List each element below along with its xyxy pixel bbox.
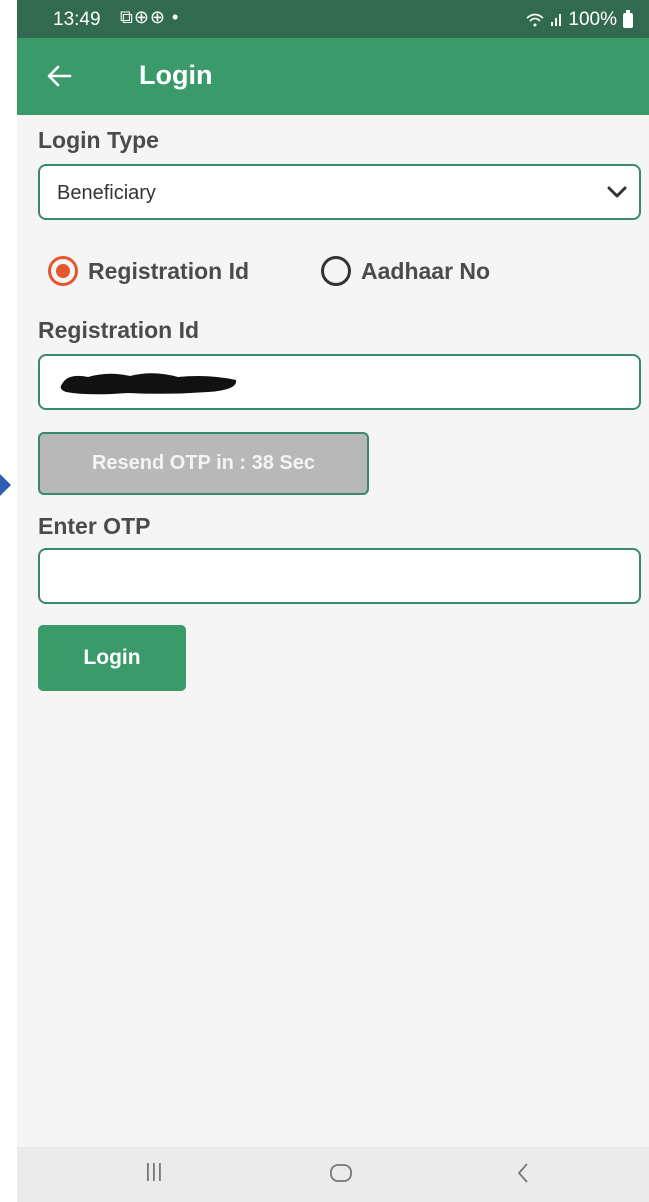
status-time: 13:49 [53,9,101,30]
pointer-arrow-icon [0,474,11,496]
login-type-label: Login Type [38,127,159,153]
notification-icons: ⧉⊕⊕ • [120,7,180,27]
phone-screen: 13:49 ⧉⊕⊕ • 100% Login Login Type Benefi… [17,0,649,1202]
app-bar: Login [17,38,649,115]
back-arrow-icon [47,65,72,87]
recents-icon[interactable] [145,1161,163,1183]
registration-id-input[interactable] [38,354,641,410]
battery-icon [623,9,633,28]
back-icon[interactable] [515,1161,531,1185]
radio-selected-icon [48,256,78,286]
enter-otp-label: Enter OTP [38,513,151,539]
login-button[interactable]: Login [38,625,186,691]
otp-input[interactable] [38,548,641,604]
radio-registration[interactable]: Registration Id [48,256,249,286]
login-type-value: Beneficiary [57,182,156,204]
page-title: Login [139,60,213,90]
back-button[interactable] [39,56,79,96]
system-nav-bar [17,1147,649,1202]
login-type-select[interactable]: Beneficiary [38,164,641,220]
signal-icon [551,14,562,26]
wifi-icon [526,13,544,27]
registration-id-label: Registration Id [38,317,200,343]
status-right: 100% [526,9,633,31]
radio-unselected-icon [321,256,351,286]
resend-otp-button[interactable]: Resend OTP in : 38 Sec [38,432,369,495]
redacted-value [60,373,237,395]
status-bar: 13:49 ⧉⊕⊕ • 100% [17,0,649,38]
battery-percent: 100% [568,9,617,30]
home-icon[interactable] [329,1161,353,1185]
radio-aadhaar-label: Aadhaar No [361,257,491,284]
radio-registration-label: Registration Id [88,257,250,284]
chevron-down-icon [607,186,627,198]
radio-aadhaar[interactable]: Aadhaar No [321,256,490,286]
